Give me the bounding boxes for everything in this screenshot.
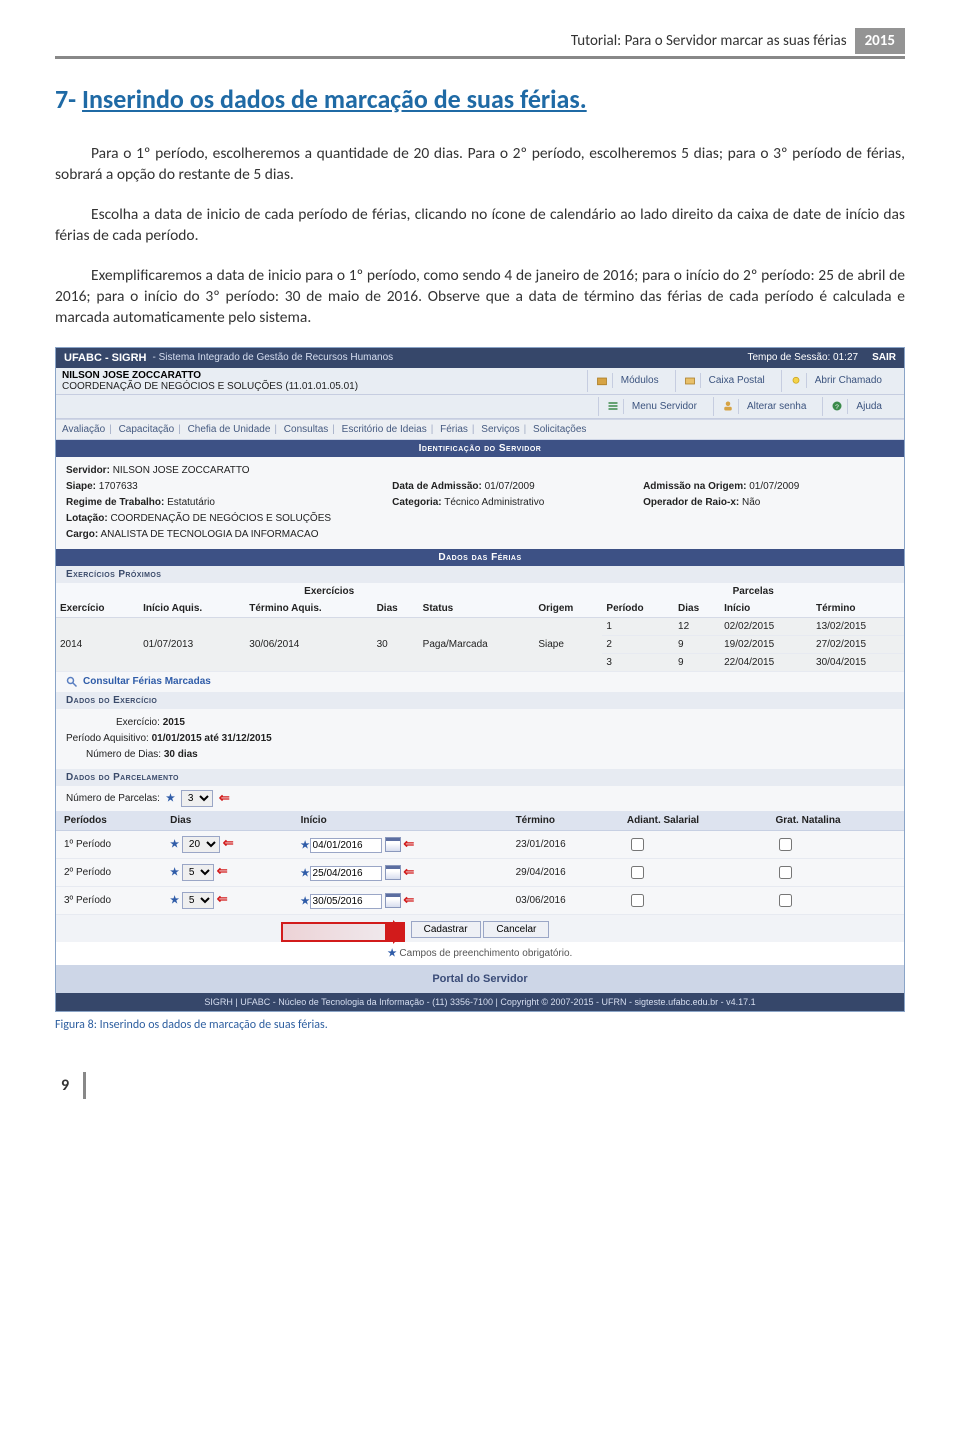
consultar-link[interactable]: Consultar Férias Marcadas [56, 672, 904, 692]
arrow-icon: ⇐ [217, 891, 226, 906]
num-parcelas-label: Número de Parcelas: [66, 793, 160, 804]
link-menu[interactable]: Menu Servidor [598, 397, 713, 416]
portal-label: Portal do Servidor [56, 965, 904, 993]
doc-header-year: 2015 [855, 28, 905, 54]
menu-icon [607, 400, 619, 412]
menu-bar: Avaliação| Capacitação| Chefia de Unidad… [56, 419, 904, 440]
link-abrir[interactable]: Abrir Chamado [781, 370, 898, 392]
menu-ferias[interactable]: Férias [440, 424, 468, 435]
num-parcelas-select[interactable]: 3 [181, 790, 213, 807]
app-topbar: UFABC - SIGRH - Sistema Integrado de Ges… [56, 348, 904, 368]
grat-checkbox[interactable] [779, 866, 792, 879]
cancelar-button[interactable]: Cancelar [483, 921, 549, 938]
exercicios-table: Exercícios Parcelas ExercícioInício Aqui… [56, 583, 904, 672]
link-alterar[interactable]: Alterar senha [713, 397, 822, 416]
menu-capacitacao[interactable]: Capacitação [119, 424, 175, 435]
required-star-icon: ★ [388, 948, 397, 959]
ident-box: Servidor: NILSON JOSE ZOCCARATTO Siape: … [56, 457, 904, 549]
required-star-icon: ★ [301, 896, 310, 907]
calendar-icon[interactable] [385, 837, 401, 852]
calendar-icon[interactable] [385, 893, 401, 908]
adiant-checkbox[interactable] [631, 838, 644, 851]
menu-chefia[interactable]: Chefia de Unidade [188, 424, 271, 435]
arrow-icon: ⇐ [403, 864, 412, 879]
link-caixa[interactable]: Caixa Postal [675, 370, 781, 392]
required-star-icon: ★ [170, 839, 179, 850]
app-screenshot: UFABC - SIGRH - Sistema Integrado de Ges… [55, 347, 905, 1012]
mail-icon [684, 375, 696, 387]
arrow-icon: ⇐ [403, 892, 412, 907]
dias-select[interactable]: 5 [182, 864, 214, 881]
paragraph-3: Exemplificaremos a data de inicio para o… [55, 265, 905, 329]
periodo-row: 3º Período★ 5 ⇐★ ⇐03/06/2016 [56, 886, 904, 914]
arrow-icon: ⇐ [217, 863, 226, 878]
required-star-icon: ★ [301, 868, 310, 879]
menu-solicitacoes[interactable]: Solicitações [533, 424, 586, 435]
menu-avaliacao[interactable]: Avaliação [62, 424, 105, 435]
sub-exercicios: Exercícios Próximos [56, 566, 904, 583]
help-icon: ? [831, 400, 843, 412]
link-modulos[interactable]: Módulos [587, 370, 675, 392]
required-star-icon: ★ [301, 840, 310, 851]
arrow-icon: ⇐ [219, 790, 228, 806]
table-row: 2014 01/07/2013 30/06/2014 30 Paga/Marca… [56, 617, 904, 635]
periodo-row: 1º Período★ 20 ⇐★ ⇐23/01/2016 [56, 830, 904, 858]
arrow-highlight-icon [281, 922, 405, 942]
adiant-checkbox[interactable] [631, 894, 644, 907]
required-star-icon: ★ [170, 867, 179, 878]
section-heading: 7- Inserindo os dados de marcação de sua… [55, 83, 905, 115]
user-name: NILSON JOSE ZOCCARATTO [62, 370, 587, 381]
link-ajuda[interactable]: ?Ajuda [822, 397, 898, 416]
doc-header: Tutorial: Para o Servidor marcar as suas… [55, 28, 905, 59]
session-time: Tempo de Sessão: 01:27 [747, 352, 858, 363]
sub-dados-exercicio: Dados do Exercício [56, 692, 904, 709]
section-title: Inserindo os dados de marcação de suas f… [82, 83, 587, 115]
app-brand: UFABC - SIGRH [64, 352, 147, 364]
paragraph-2: Escolha a data de inicio de cada período… [55, 204, 905, 247]
sub-parcelamento: Dados do Parcelamento [56, 769, 904, 786]
paragraph-1: Para o 1º período, escolheremos a quanti… [55, 143, 905, 186]
menu-servicos[interactable]: Serviços [481, 424, 519, 435]
app-footer: SIGRH | UFABC - Núcleo de Tecnologia da … [56, 993, 904, 1011]
grat-checkbox[interactable] [779, 894, 792, 907]
arrow-icon: ⇐ [403, 836, 412, 851]
menu-consultas[interactable]: Consultas [284, 424, 328, 435]
inicio-input[interactable] [310, 866, 382, 881]
adiant-checkbox[interactable] [631, 866, 644, 879]
box-icon [596, 375, 608, 387]
user-icon [722, 400, 734, 412]
inicio-input[interactable] [310, 894, 382, 909]
periodos-table: PeríodosDiasInícioTérminoAdiant. Salaria… [56, 811, 904, 915]
dias-select[interactable]: 5 [182, 892, 214, 909]
dias-select[interactable]: 20 [182, 836, 220, 853]
bulb-icon [790, 375, 802, 387]
required-note: Campos de preenchimento obrigatório. [399, 948, 572, 959]
periodo-row: 2º Período★ 5 ⇐★ ⇐29/04/2016 [56, 858, 904, 886]
doc-header-title: Tutorial: Para o Servidor marcar as suas… [563, 28, 855, 54]
required-star-icon: ★ [166, 793, 175, 804]
app-brand-sub: - Sistema Integrado de Gestão de Recurso… [153, 352, 394, 363]
required-star-icon: ★ [170, 895, 179, 906]
cadastrar-button[interactable]: Cadastrar [411, 921, 481, 938]
section-number: 7- [55, 83, 76, 115]
band-dados-ferias: Dados das Férias [56, 549, 904, 566]
arrow-icon: ⇐ [223, 835, 232, 850]
svg-text:?: ? [836, 404, 840, 411]
logout-link[interactable]: SAIR [872, 352, 896, 363]
inicio-input[interactable] [310, 838, 382, 853]
form-actions: Cadastrar Cancelar [56, 915, 904, 942]
page-number: 9 [55, 1072, 905, 1099]
band-identificacao: Identificação do Servidor [56, 440, 904, 457]
grat-checkbox[interactable] [779, 838, 792, 851]
search-icon [66, 676, 78, 688]
figure-caption: Figura 8: Inserindo os dados de marcação… [55, 1018, 905, 1032]
calendar-icon[interactable] [385, 865, 401, 880]
menu-escritorio[interactable]: Escritório de Ideias [342, 424, 427, 435]
user-unit: COORDENAÇÃO DE NEGÓCIOS E SOLUÇÕES (11.0… [62, 381, 587, 392]
